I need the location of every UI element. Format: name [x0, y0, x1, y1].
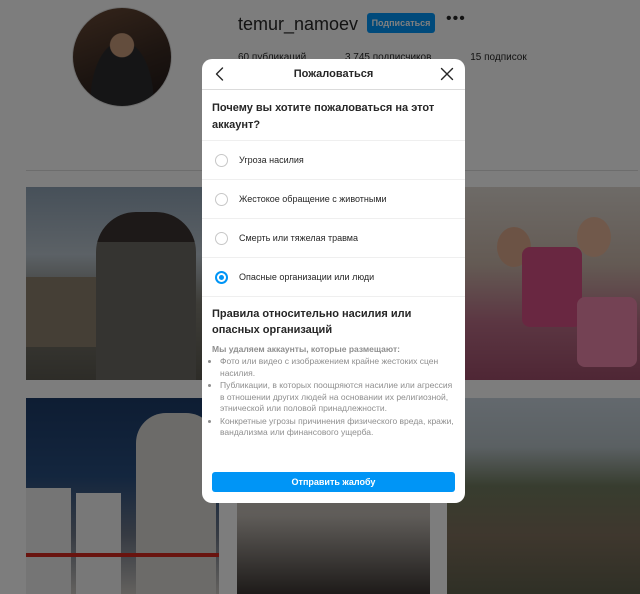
close-icon[interactable]	[437, 64, 457, 84]
option-label: Жестокое обращение с животными	[239, 194, 387, 204]
dialog-header: Пожаловаться	[202, 59, 465, 90]
chevron-left-icon[interactable]	[210, 64, 230, 84]
report-option-dangerous-orgs[interactable]: Опасные организации или люди	[202, 258, 465, 297]
option-label: Угроза насилия	[239, 155, 304, 165]
report-option-animal-abuse[interactable]: Жестокое обращение с животными	[202, 180, 465, 219]
policy-title: Правила относительно насилия или опасных…	[212, 308, 412, 336]
policy-item: Конкретные угрозы причинения физического…	[220, 416, 455, 439]
dialog-title: Пожаловаться	[293, 68, 374, 80]
report-option-threat[interactable]: Угроза насилия	[202, 141, 465, 180]
policy-subtitle: Мы удаляем аккаунты, которые размещают:	[212, 344, 400, 354]
policy-item: Фото или видео с изображением крайне жес…	[220, 356, 455, 379]
option-label: Смерть или тяжелая травма	[239, 233, 358, 243]
option-label: Опасные организации или люди	[239, 272, 375, 282]
report-option-death-injury[interactable]: Смерть или тяжелая травма	[202, 219, 465, 258]
radio-button[interactable]	[215, 153, 228, 167]
report-question: Почему вы хотите пожаловаться на этот ак…	[212, 102, 435, 131]
policy-list: Фото или видео с изображением крайне жес…	[202, 356, 465, 439]
report-dialog: Пожаловаться Почему вы хотите пожаловать…	[202, 59, 465, 503]
submit-report-button[interactable]: Отправить жалобу	[212, 472, 455, 492]
report-options: Угроза насилия Жестокое обращение с живо…	[202, 140, 465, 297]
radio-button[interactable]	[215, 231, 228, 245]
radio-button-selected[interactable]	[215, 270, 228, 284]
radio-button[interactable]	[215, 192, 228, 206]
policy-item: Публикации, в которых поощряются насилие…	[220, 380, 455, 415]
